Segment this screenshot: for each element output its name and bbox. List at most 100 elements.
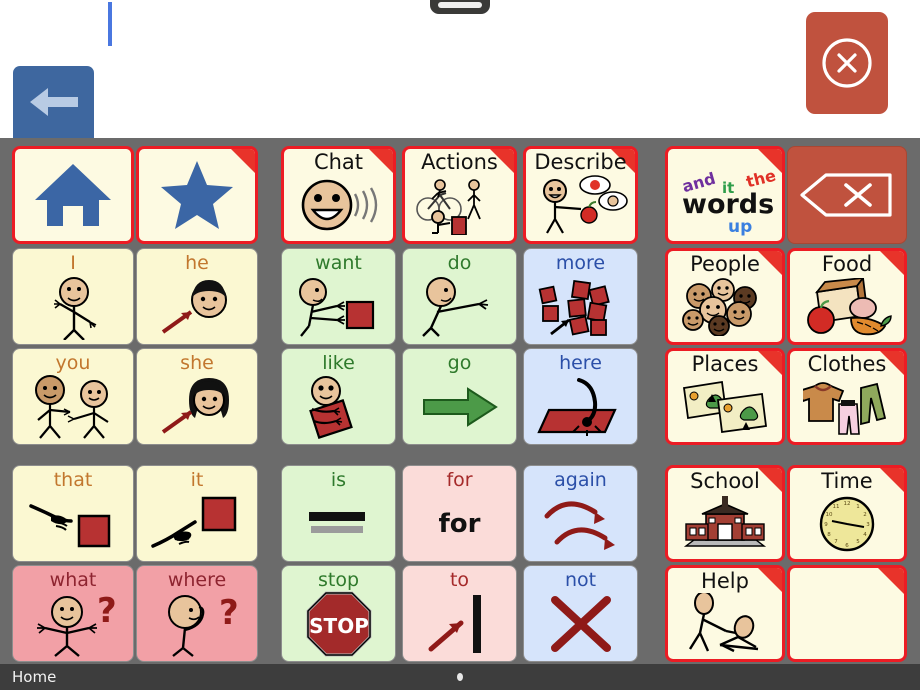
corner-flag-icon — [758, 149, 782, 173]
cell-where[interactable]: where ? — [136, 565, 258, 662]
cell-he[interactable]: he — [136, 248, 258, 345]
cell-that[interactable]: that — [12, 465, 134, 562]
cell-for[interactable]: for for — [402, 465, 517, 562]
corner-flag-icon — [880, 251, 904, 275]
red-x-icon — [524, 590, 637, 657]
cell-words[interactable]: and it the words up — [665, 146, 785, 244]
cell-label: again — [554, 469, 607, 491]
corner-flag-icon — [758, 568, 782, 592]
svg-text:5: 5 — [856, 539, 860, 545]
food-icon — [790, 275, 904, 338]
svg-text:2: 2 — [863, 512, 867, 518]
clock-icon: 12 1 2 3 45 6 78 9 10 11 — [790, 492, 904, 555]
cell-label: for — [446, 469, 473, 491]
corner-flag-icon — [758, 351, 782, 375]
cell-label: is — [330, 469, 347, 491]
words-it: it — [722, 179, 735, 197]
person-arm-out-icon — [403, 273, 516, 340]
cell-label: here — [559, 352, 602, 374]
people-faces-icon — [668, 275, 782, 338]
back-button[interactable] — [13, 66, 94, 138]
cell-is[interactable]: is — [281, 465, 396, 562]
svg-text:STOP: STOP — [309, 614, 369, 638]
corner-flag-icon — [611, 149, 635, 173]
cell-not[interactable]: not — [523, 565, 638, 662]
describe-icon — [526, 173, 635, 237]
cell-here[interactable]: here — [523, 348, 638, 445]
arrow-left-icon — [29, 88, 78, 116]
cell-home[interactable] — [12, 146, 134, 244]
text-for-icon: for — [403, 490, 516, 557]
cell-actions[interactable]: Actions — [402, 146, 517, 244]
message-bar[interactable] — [0, 0, 920, 138]
cell-label: I — [70, 252, 76, 274]
cell-chat[interactable]: Chat — [281, 146, 396, 244]
svg-text:11: 11 — [833, 504, 840, 510]
cell-you[interactable]: you — [12, 348, 134, 445]
cell-stop[interactable]: stop STOP — [281, 565, 396, 662]
cell-describe[interactable]: Describe — [523, 146, 638, 244]
hand-pointing-up-icon — [137, 490, 257, 557]
cell-empty[interactable] — [787, 565, 907, 662]
cell-people[interactable]: People — [665, 248, 785, 345]
cell-want[interactable]: want — [281, 248, 396, 345]
cell-favourites[interactable] — [136, 146, 258, 244]
svg-text:10: 10 — [826, 512, 833, 518]
stop-sign-icon: STOP — [282, 590, 395, 657]
school-building-icon — [668, 492, 782, 555]
cell-it[interactable]: it — [136, 465, 258, 562]
cell-school[interactable]: School — [665, 465, 785, 562]
cell-label: that — [53, 469, 93, 491]
cell-label: you — [55, 352, 91, 374]
close-button[interactable] — [806, 12, 888, 114]
actions-icon — [405, 173, 514, 237]
cell-label: more — [555, 252, 606, 274]
cell-delete[interactable] — [787, 146, 907, 244]
cell-to[interactable]: to — [402, 565, 517, 662]
svg-text:12: 12 — [844, 501, 851, 507]
page-indicator-dot — [457, 673, 463, 681]
hand-pointing-far-icon — [13, 490, 133, 557]
cell-more[interactable]: more — [523, 248, 638, 345]
helping-hand-icon — [668, 592, 782, 655]
cell-label: want — [315, 252, 362, 274]
cell-food[interactable]: Food — [787, 248, 907, 345]
cell-label: where — [167, 569, 227, 591]
svg-text:8: 8 — [827, 532, 831, 538]
arrow-to-bar-icon — [403, 590, 516, 657]
cell-again[interactable]: again — [523, 465, 638, 562]
home-icon — [15, 153, 131, 237]
cell-like[interactable]: like — [281, 348, 396, 445]
cell-go[interactable]: go — [402, 348, 517, 445]
equals-bar-icon — [282, 490, 395, 557]
words-up: up — [728, 217, 753, 237]
cell-label: to — [449, 569, 470, 591]
finger-on-mat-icon — [524, 373, 637, 440]
cell-do[interactable]: do — [402, 248, 517, 345]
words-and: and — [680, 168, 718, 197]
cell-label: it — [190, 469, 204, 491]
cell-i[interactable]: I — [12, 248, 134, 345]
two-people-pointing-icon — [13, 373, 133, 440]
svg-text:1: 1 — [856, 504, 860, 510]
cell-time[interactable]: Time 12 1 2 345 678 9 10 11 — [787, 465, 907, 562]
girl-face-arrow-icon — [137, 373, 257, 440]
text-caret — [108, 2, 112, 46]
cell-label: go — [447, 352, 472, 374]
cell-places[interactable]: Places — [665, 348, 785, 445]
cell-help[interactable]: Help — [665, 565, 785, 662]
symbol-grid: I he you she that it what ? where ? Chat… — [0, 138, 920, 664]
close-circle-icon — [822, 38, 872, 88]
drag-handle[interactable] — [430, 0, 490, 14]
home-label[interactable]: Home — [12, 668, 56, 686]
svg-text:?: ? — [97, 591, 117, 631]
corner-flag-icon — [880, 351, 904, 375]
person-looking-question-icon: ? — [137, 590, 257, 657]
words-words: words — [682, 189, 775, 220]
corner-flag-icon — [490, 149, 514, 173]
talking-face-icon — [284, 173, 393, 237]
status-bar: Home — [0, 664, 920, 690]
cell-she[interactable]: she — [136, 348, 258, 445]
cell-what[interactable]: what ? — [12, 565, 134, 662]
cell-clothes[interactable]: Clothes — [787, 348, 907, 445]
